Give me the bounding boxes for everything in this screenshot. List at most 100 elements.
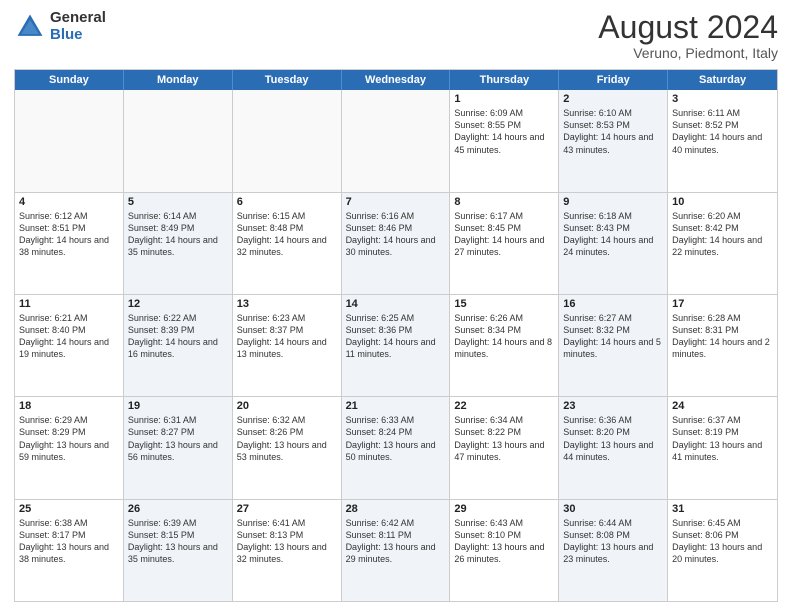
day-info: Sunrise: 6:45 AM Sunset: 8:06 PM Dayligh… [672, 517, 773, 566]
day-info: Sunrise: 6:21 AM Sunset: 8:40 PM Dayligh… [19, 312, 119, 361]
day-cell-24: 24 Sunrise: 6:37 AM Sunset: 8:19 PM Dayli… [668, 397, 777, 498]
day-number: 15 [454, 298, 554, 310]
day-number: 30 [563, 503, 663, 515]
day-info: Sunrise: 6:15 AM Sunset: 8:48 PM Dayligh… [237, 210, 337, 259]
day-number: 9 [563, 196, 663, 208]
day-number: 22 [454, 400, 554, 412]
day-cell-26: 26 Sunrise: 6:39 AM Sunset: 8:15 PM Dayli… [124, 500, 233, 601]
day-info: Sunrise: 6:25 AM Sunset: 8:36 PM Dayligh… [346, 312, 446, 361]
day-info: Sunrise: 6:10 AM Sunset: 8:53 PM Dayligh… [563, 107, 663, 156]
day-number: 3 [672, 93, 773, 105]
day-cell-13: 13Sunrise: 6:23 AM Sunset: 8:37 PM Dayli… [233, 295, 342, 396]
day-number: 7 [346, 196, 446, 208]
day-number: 6 [237, 196, 337, 208]
day-info: Sunrise: 6:09 AM Sunset: 8:55 PM Dayligh… [454, 107, 554, 156]
day-cell-21: 21Sunrise: 6:33 AM Sunset: 8:24 PM Dayli… [342, 397, 451, 498]
day-cell-29: 29Sunrise: 6:43 AM Sunset: 8:10 PM Dayli… [450, 500, 559, 601]
day-header-friday: Friday [559, 70, 668, 90]
day-info: Sunrise: 6:38 AM Sunset: 8:17 PM Dayligh… [19, 517, 119, 566]
day-info: Sunrise: 6:18 AM Sunset: 8:43 PM Dayligh… [563, 210, 663, 259]
day-number: 28 [346, 503, 446, 515]
week-3: 11 Sunrise: 6:21 AM Sunset: 8:40 PM Dayli… [15, 295, 777, 397]
day-cell-8: 8 Sunrise: 6:17 AM Sunset: 8:45 PM Daylig… [450, 193, 559, 294]
day-cell-23: 23 Sunrise: 6:36 AM Sunset: 8:20 PM Dayli… [559, 397, 668, 498]
day-header-tuesday: Tuesday [233, 70, 342, 90]
day-header-saturday: Saturday [668, 70, 777, 90]
day-number: 11 [19, 298, 119, 310]
day-number: 21 [346, 400, 446, 412]
day-info: Sunrise: 6:16 AM Sunset: 8:46 PM Dayligh… [346, 210, 446, 259]
day-info: Sunrise: 6:34 AM Sunset: 8:22 PM Dayligh… [454, 414, 554, 463]
day-cell-14: 14 Sunrise: 6:25 AM Sunset: 8:36 PM Dayli… [342, 295, 451, 396]
day-cell-17: 17Sunrise: 6:28 AM Sunset: 8:31 PM Dayli… [668, 295, 777, 396]
title-block: August 2024 Veruno, Piedmont, Italy [598, 10, 778, 61]
day-cell-16: 16 Sunrise: 6:27 AM Sunset: 8:32 PM Dayli… [559, 295, 668, 396]
logo-general: General [50, 9, 106, 26]
day-number: 29 [454, 503, 554, 515]
day-info: Sunrise: 6:41 AM Sunset: 8:13 PM Dayligh… [237, 517, 337, 566]
header: General Blue August 2024 Veruno, Piedmon… [14, 10, 778, 61]
day-cell-1: 1 Sunrise: 6:09 AM Sunset: 8:55 PM Daylig… [450, 90, 559, 191]
day-cell-25: 25Sunrise: 6:38 AM Sunset: 8:17 PM Dayli… [15, 500, 124, 601]
day-number: 20 [237, 400, 337, 412]
month-title: August 2024 [598, 10, 778, 45]
day-info: Sunrise: 6:39 AM Sunset: 8:15 PM Dayligh… [128, 517, 228, 566]
week-4: 18 Sunrise: 6:29 AM Sunset: 8:29 PM Dayli… [15, 397, 777, 499]
empty-cell [15, 90, 124, 191]
day-cell-5: 5 Sunrise: 6:14 AM Sunset: 8:49 PM Daylig… [124, 193, 233, 294]
day-info: Sunrise: 6:14 AM Sunset: 8:49 PM Dayligh… [128, 210, 228, 259]
day-number: 26 [128, 503, 228, 515]
day-header-wednesday: Wednesday [342, 70, 451, 90]
day-cell-27: 27 Sunrise: 6:41 AM Sunset: 8:13 PM Dayli… [233, 500, 342, 601]
day-info: Sunrise: 6:37 AM Sunset: 8:19 PM Dayligh… [672, 414, 773, 463]
day-info: Sunrise: 6:27 AM Sunset: 8:32 PM Dayligh… [563, 312, 663, 361]
week-5: 25Sunrise: 6:38 AM Sunset: 8:17 PM Dayli… [15, 500, 777, 601]
day-info: Sunrise: 6:17 AM Sunset: 8:45 PM Dayligh… [454, 210, 554, 259]
day-cell-2: 2 Sunrise: 6:10 AM Sunset: 8:53 PM Daylig… [559, 90, 668, 191]
day-cell-11: 11 Sunrise: 6:21 AM Sunset: 8:40 PM Dayli… [15, 295, 124, 396]
day-number: 1 [454, 93, 554, 105]
day-cell-10: 10Sunrise: 6:20 AM Sunset: 8:42 PM Dayli… [668, 193, 777, 294]
day-info: Sunrise: 6:28 AM Sunset: 8:31 PM Dayligh… [672, 312, 773, 361]
location: Veruno, Piedmont, Italy [598, 45, 778, 61]
day-info: Sunrise: 6:29 AM Sunset: 8:29 PM Dayligh… [19, 414, 119, 463]
day-info: Sunrise: 6:32 AM Sunset: 8:26 PM Dayligh… [237, 414, 337, 463]
day-number: 16 [563, 298, 663, 310]
day-cell-15: 15 Sunrise: 6:26 AM Sunset: 8:34 PM Dayli… [450, 295, 559, 396]
day-number: 23 [563, 400, 663, 412]
day-cell-12: 12Sunrise: 6:22 AM Sunset: 8:39 PM Dayli… [124, 295, 233, 396]
day-info: Sunrise: 6:44 AM Sunset: 8:08 PM Dayligh… [563, 517, 663, 566]
calendar: SundayMondayTuesdayWednesdayThursdayFrid… [14, 69, 778, 602]
day-header-sunday: Sunday [15, 70, 124, 90]
day-number: 8 [454, 196, 554, 208]
day-cell-7: 7 Sunrise: 6:16 AM Sunset: 8:46 PM Daylig… [342, 193, 451, 294]
day-info: Sunrise: 6:12 AM Sunset: 8:51 PM Dayligh… [19, 210, 119, 259]
day-header-thursday: Thursday [450, 70, 559, 90]
day-info: Sunrise: 6:23 AM Sunset: 8:37 PM Dayligh… [237, 312, 337, 361]
day-info: Sunrise: 6:11 AM Sunset: 8:52 PM Dayligh… [672, 107, 773, 156]
day-cell-20: 20 Sunrise: 6:32 AM Sunset: 8:26 PM Dayli… [233, 397, 342, 498]
day-number: 4 [19, 196, 119, 208]
day-number: 24 [672, 400, 773, 412]
day-number: 2 [563, 93, 663, 105]
day-number: 14 [346, 298, 446, 310]
week-1: 1 Sunrise: 6:09 AM Sunset: 8:55 PM Daylig… [15, 90, 777, 192]
empty-cell [342, 90, 451, 191]
day-info: Sunrise: 6:22 AM Sunset: 8:39 PM Dayligh… [128, 312, 228, 361]
logo-icon [14, 11, 46, 43]
logo-text: General Blue [50, 10, 106, 43]
day-cell-4: 4 Sunrise: 6:12 AM Sunset: 8:51 PM Daylig… [15, 193, 124, 294]
day-number: 5 [128, 196, 228, 208]
day-info: Sunrise: 6:36 AM Sunset: 8:20 PM Dayligh… [563, 414, 663, 463]
day-number: 19 [128, 400, 228, 412]
day-info: Sunrise: 6:42 AM Sunset: 8:11 PM Dayligh… [346, 517, 446, 566]
empty-cell [233, 90, 342, 191]
day-cell-9: 9 Sunrise: 6:18 AM Sunset: 8:43 PM Daylig… [559, 193, 668, 294]
day-info: Sunrise: 6:20 AM Sunset: 8:42 PM Dayligh… [672, 210, 773, 259]
day-number: 27 [237, 503, 337, 515]
day-cell-22: 22 Sunrise: 6:34 AM Sunset: 8:22 PM Dayli… [450, 397, 559, 498]
day-number: 18 [19, 400, 119, 412]
day-cell-19: 19Sunrise: 6:31 AM Sunset: 8:27 PM Dayli… [124, 397, 233, 498]
day-info: Sunrise: 6:26 AM Sunset: 8:34 PM Dayligh… [454, 312, 554, 361]
day-number: 31 [672, 503, 773, 515]
